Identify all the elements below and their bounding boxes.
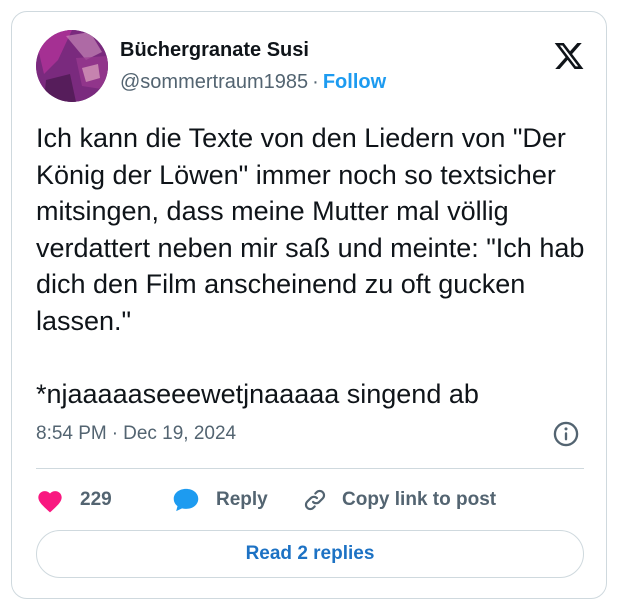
- speech-bubble-icon: [173, 488, 199, 512]
- timestamp-separator: ·: [111, 423, 119, 444]
- tweet-time: 8:54 PM: [36, 423, 107, 444]
- handle-separator: ·: [312, 71, 319, 93]
- tweet-timestamp[interactable]: 8:54 PM · Dec 19, 2024: [36, 423, 236, 445]
- read-replies-button[interactable]: Read 2 replies: [36, 530, 584, 578]
- tweet-date: Dec 19, 2024: [123, 423, 237, 444]
- info-icon[interactable]: [552, 420, 580, 448]
- action-divider: [36, 468, 584, 469]
- copy-link-button[interactable]: Copy link to post: [302, 480, 496, 520]
- like-button[interactable]: 229: [36, 480, 112, 520]
- author-name[interactable]: Büchergranate Susi: [120, 39, 309, 62]
- copy-link-label: Copy link to post: [342, 489, 497, 510]
- reply-button[interactable]: Reply: [172, 480, 268, 520]
- author-handle[interactable]: @sommertraum1985: [120, 71, 308, 93]
- tweet-text: Ich kann die Texte von den Liedern von "…: [36, 123, 585, 409]
- avatar[interactable]: [36, 30, 108, 102]
- tweet-card: Büchergranate Susi @sommertraum1985 · Foll…: [11, 11, 607, 599]
- like-count: 229: [80, 489, 112, 510]
- author-handle-row: @sommertraum1985 · Follow: [120, 71, 386, 94]
- reply-label: Reply: [216, 489, 268, 510]
- avatar-image: [36, 30, 108, 102]
- heart-icon: [38, 491, 62, 513]
- link-icon: [304, 489, 326, 511]
- read-replies-label: Read 2 replies: [245, 543, 375, 564]
- x-logo-icon[interactable]: [552, 40, 586, 72]
- follow-button[interactable]: Follow: [323, 71, 386, 93]
